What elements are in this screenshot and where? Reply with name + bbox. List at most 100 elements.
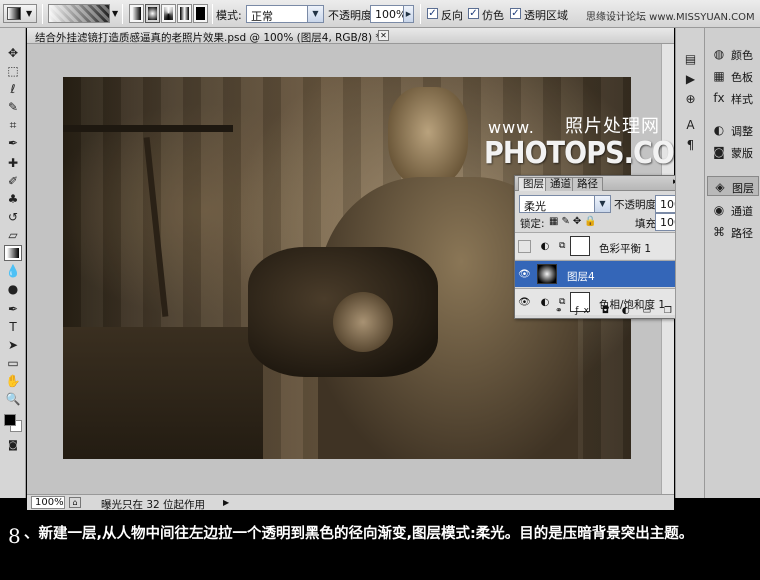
- eraser-tool-icon[interactable]: ▱: [4, 227, 22, 243]
- tool-preset-picker[interactable]: ▼: [3, 4, 37, 23]
- dock-masks[interactable]: ◙ 蒙版: [707, 142, 759, 162]
- styles-icon: fx: [713, 91, 725, 105]
- layers-panel-tabs: 图层 通道 路径 ▸▸ ≡: [515, 176, 700, 191]
- adjustment-icon: ◐: [540, 241, 550, 252]
- dodge-tool-icon[interactable]: ●: [4, 281, 22, 297]
- eye-icon[interactable]: 👁: [518, 296, 531, 309]
- gradient-picker[interactable]: [48, 4, 110, 23]
- quick-select-tool-icon[interactable]: ✎: [4, 99, 22, 115]
- mode-value: 正常: [251, 10, 273, 23]
- blend-mode-value: 柔光: [524, 200, 546, 213]
- adjustment-icon: ◐: [540, 297, 550, 308]
- opacity-value: 100%: [375, 8, 407, 21]
- brushes-icon[interactable]: ⊕: [683, 92, 698, 107]
- mode-select[interactable]: 正常 ▼: [246, 5, 324, 23]
- lock-label: 锁定:: [520, 218, 545, 230]
- type-tool-icon[interactable]: T: [4, 319, 22, 335]
- status-menu-icon[interactable]: ⌂: [69, 497, 81, 508]
- close-icon[interactable]: ✕: [378, 30, 389, 41]
- separator: [122, 4, 123, 24]
- dock-layers[interactable]: ◈ 图层: [707, 176, 759, 196]
- chevron-right-icon[interactable]: ▶: [223, 498, 229, 507]
- link-icon: ⧉: [559, 241, 566, 251]
- paths-icon: ⌘: [713, 225, 725, 239]
- character-icon[interactable]: A: [683, 118, 698, 133]
- dock-color[interactable]: ◍ 颜色: [707, 44, 759, 64]
- clone-stamp-tool-icon[interactable]: ♣: [4, 191, 22, 207]
- mode-label: 模式:: [216, 9, 242, 22]
- site-watermark: 思缘设计论坛 www.MISSYUAN.COM: [586, 12, 755, 23]
- channels-icon: ◉: [713, 203, 725, 217]
- reflected-gradient-button[interactable]: [177, 4, 192, 23]
- foreground-color-overlay: [4, 414, 16, 426]
- diamond-gradient-button[interactable]: [193, 4, 208, 23]
- masks-icon: ◙: [713, 145, 725, 159]
- crop-tool-icon[interactable]: ⌗: [4, 117, 22, 133]
- panel-dock: ◍ 颜色 ▦ 色板 fx 样式 ◐ 调整 ◙ 蒙版 ◈ 图层 ◉ 通道 ⌘ 路径: [704, 28, 760, 498]
- hand-tool-icon[interactable]: ✋: [4, 373, 22, 389]
- lock-icons[interactable]: ▦✎✥🔒: [549, 216, 600, 227]
- crate-shape: [63, 327, 263, 459]
- marquee-tool-icon[interactable]: ⬚: [4, 63, 22, 79]
- layer-row[interactable]: ◐ ⧉ 色彩平衡 1: [515, 232, 693, 259]
- blend-mode-select[interactable]: 柔光 ▼: [519, 195, 611, 213]
- dock-adjustments[interactable]: ◐ 调整: [707, 120, 759, 140]
- layer-opacity-label: 不透明度:: [614, 199, 660, 211]
- tab-paths[interactable]: 路径: [572, 177, 603, 191]
- dock-styles[interactable]: fx 样式: [707, 88, 759, 108]
- eye-icon[interactable]: 👁: [518, 268, 531, 281]
- dock-channels[interactable]: ◉ 通道: [707, 200, 759, 220]
- layer-row-selected[interactable]: 👁 图层4: [515, 260, 693, 287]
- layer-thumbnail[interactable]: [537, 264, 557, 284]
- history-icon[interactable]: ▤: [683, 52, 698, 67]
- dock-paths[interactable]: ⌘ 路径: [707, 222, 759, 242]
- separator: [42, 4, 43, 24]
- actions-icon[interactable]: ▶: [683, 72, 698, 87]
- healing-brush-tool-icon[interactable]: ✚: [4, 155, 22, 171]
- brush-tool-icon[interactable]: ✐: [4, 173, 22, 189]
- dock-swatches[interactable]: ▦ 色板: [707, 66, 759, 86]
- pipe-shape: [63, 125, 233, 132]
- machine-wheel: [333, 292, 393, 352]
- lasso-tool-icon[interactable]: ℓ: [4, 81, 22, 97]
- move-tool-icon[interactable]: ✥: [4, 45, 22, 61]
- document-title: 结合外挂滤镜打造质感逼真的老照片效果.psd @ 100% (图层4, RGB/…: [35, 32, 381, 44]
- radial-gradient-button[interactable]: [145, 4, 160, 23]
- reverse-checkbox[interactable]: ✓: [427, 8, 438, 19]
- dock-icon-strip: ▤ ▶ ⊕ A ¶: [675, 28, 704, 498]
- opacity-label: 不透明度:: [328, 9, 376, 22]
- zoom-field[interactable]: 100%: [31, 496, 65, 509]
- history-brush-tool-icon[interactable]: ↺: [4, 209, 22, 225]
- quick-mask-icon[interactable]: ◙: [4, 438, 22, 454]
- path-select-tool-icon[interactable]: ➤: [4, 337, 22, 353]
- visibility-toggle[interactable]: [518, 240, 531, 253]
- linear-gradient-button[interactable]: [129, 4, 144, 23]
- opacity-field[interactable]: 100% ▶: [370, 5, 414, 23]
- separator: [212, 4, 213, 24]
- layer-mask-thumbnail[interactable]: [570, 236, 590, 256]
- transparency-checkbox[interactable]: ✓: [510, 8, 521, 19]
- eyedropper-tool-icon[interactable]: ✒: [4, 135, 22, 151]
- gradient-tool-icon[interactable]: [4, 245, 22, 261]
- shape-tool-icon[interactable]: ▭: [4, 355, 22, 371]
- man-head: [388, 87, 468, 187]
- chevron-down-icon: ▼: [594, 196, 610, 212]
- chevron-down-icon: ▼: [26, 9, 33, 18]
- blur-tool-icon[interactable]: 💧: [4, 263, 22, 279]
- reverse-label: 反向: [441, 9, 463, 22]
- status-info: 曝光只在 32 位起作用: [101, 499, 206, 511]
- toolbox: ✥ ⬚ ℓ ✎ ⌗ ✒ ✚ ✐ ♣ ↺ ▱ 💧 ● ✒ T ➤ ▭ ✋ 🔍 ◙: [0, 28, 26, 498]
- watermark-logo: PHOTOPS.COM: [484, 136, 701, 171]
- gradient-tool-icon: [7, 7, 21, 20]
- watermark-url: www.: [488, 118, 535, 137]
- paragraph-icon[interactable]: ¶: [683, 138, 698, 153]
- dither-label: 仿色: [482, 9, 504, 22]
- chevron-down-icon[interactable]: ▼: [112, 9, 118, 18]
- options-bar: ▼ ▼ 模式: 正常 ▼ 不透明度: 100% ▶ ✓ 反向 ✓ 仿色 ✓ 透明…: [0, 0, 760, 28]
- angle-gradient-button[interactable]: [161, 4, 176, 23]
- zoom-tool-icon[interactable]: 🔍: [4, 391, 22, 407]
- dither-checkbox[interactable]: ✓: [468, 8, 479, 19]
- document-tab[interactable]: 结合外挂滤镜打造质感逼真的老照片效果.psd @ 100% (图层4, RGB/…: [27, 28, 674, 44]
- layer-name: 图层4: [567, 271, 595, 283]
- pen-tool-icon[interactable]: ✒: [4, 301, 22, 317]
